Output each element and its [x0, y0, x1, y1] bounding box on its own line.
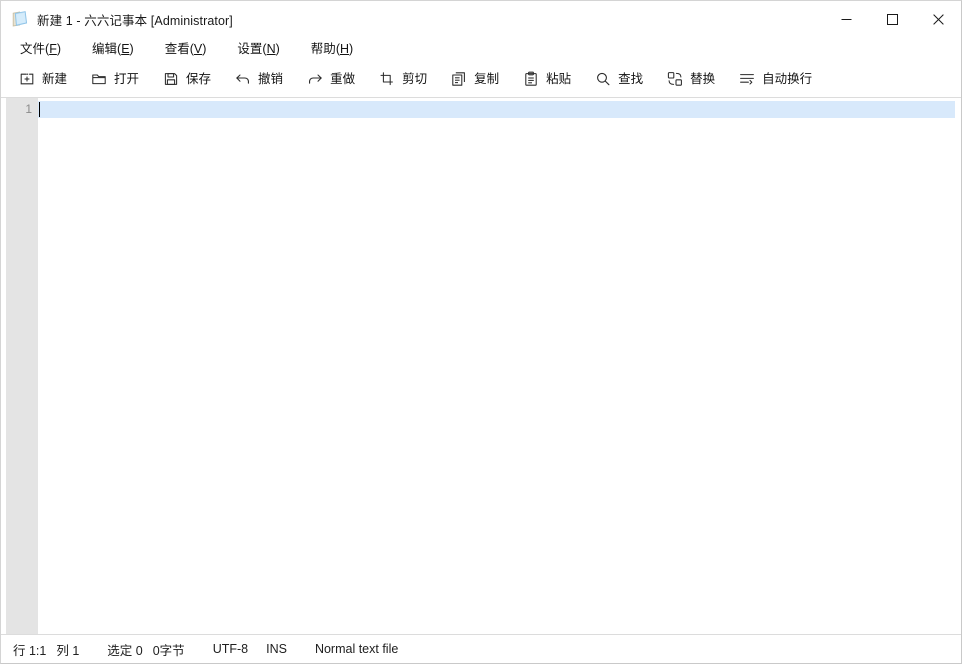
menu-help[interactable]: 帮助(H): [302, 39, 362, 59]
toolbar-copy-label: 复制: [474, 72, 500, 86]
paste-clipboard-icon: [523, 71, 546, 87]
toolbar-undo-label: 撤销: [258, 72, 284, 86]
new-file-icon: [19, 71, 42, 87]
toolbar-save-button[interactable]: 保存: [157, 66, 217, 92]
toolbar-cut-label: 剪切: [402, 72, 428, 86]
open-folder-icon: [91, 71, 114, 87]
status-selected: 选定 0: [107, 643, 143, 658]
menu-settings[interactable]: 设置(N): [228, 39, 288, 59]
toolbar-find-label: 查找: [618, 72, 644, 86]
save-disk-icon: [163, 71, 186, 87]
copy-icon: [451, 71, 474, 87]
toolbar-wordwrap-label: 自动换行: [762, 72, 813, 86]
menu-edit-label: 编辑: [92, 42, 118, 56]
toolbar-copy-button[interactable]: 复制: [445, 66, 505, 92]
toolbar-save-label: 保存: [186, 72, 212, 86]
menu-view-label: 查看: [164, 42, 190, 56]
toolbar-open-label: 打开: [114, 72, 140, 86]
close-button[interactable]: [915, 1, 961, 37]
menu-edit-accel: E: [121, 42, 130, 56]
toolbar-cut-button[interactable]: 剪切: [373, 66, 433, 92]
menu-file-label: 文件: [20, 42, 46, 56]
toolbar-new-label: 新建: [42, 72, 68, 86]
line-number-gutter: 1: [6, 98, 38, 634]
toolbar-replace-label: 替换: [690, 72, 716, 86]
toolbar-redo-label: 重做: [330, 72, 356, 86]
minimize-button[interactable]: [823, 1, 869, 37]
cut-icon: [379, 71, 402, 87]
word-wrap-icon: [739, 71, 762, 87]
maximize-icon: [886, 13, 898, 25]
search-icon: [595, 71, 618, 87]
book-icon: [11, 10, 37, 28]
maximize-button[interactable]: [869, 1, 915, 37]
current-line-highlight: [38, 101, 955, 118]
menu-file[interactable]: 文件(F): [11, 39, 70, 59]
status-line-col: 行 1:1: [13, 643, 47, 658]
toolbar-wordwrap-button[interactable]: 自动换行: [733, 66, 818, 92]
menu-view[interactable]: 查看(V): [156, 39, 216, 59]
menu-edit[interactable]: 编辑(E): [83, 39, 143, 59]
menu-help-accel: H: [339, 42, 350, 56]
status-bar: 行 1:1 列 1 选定 0 0字节 UTF-8 INS Normal text…: [1, 635, 961, 663]
text-input-area[interactable]: [38, 98, 955, 634]
title-bar-left: 新建 1 - 六六记事本 [Administrator]: [1, 1, 233, 37]
window-title: 新建 1 - 六六记事本 [Administrator]: [37, 13, 233, 28]
menu-view-accel: V: [193, 42, 203, 56]
redo-arrow-icon: [307, 71, 330, 87]
close-icon: [932, 13, 944, 25]
status-file-type[interactable]: Normal text file: [315, 642, 398, 656]
toolbar-redo-button[interactable]: 重做: [301, 66, 361, 92]
status-column: 列 1: [56, 643, 80, 658]
menu-file-accel: F: [49, 42, 57, 56]
toolbar-paste-button[interactable]: 粘贴: [517, 66, 577, 92]
text-caret: [39, 102, 40, 117]
title-bar[interactable]: 新建 1 - 六六记事本 [Administrator]: [1, 1, 961, 37]
editor-area: 1: [1, 98, 961, 635]
toolbar-open-button[interactable]: 打开: [85, 66, 145, 92]
status-encoding[interactable]: UTF-8: [213, 642, 248, 656]
window-controls: [823, 1, 961, 37]
replace-icon: [667, 71, 690, 87]
app-window: 新建 1 - 六六记事本 [Administrator] 文件(F) 编辑(E)…: [0, 0, 962, 664]
menu-settings-accel: N: [266, 42, 276, 56]
vertical-scrollbar[interactable]: [955, 98, 961, 634]
toolbar: 新建 打开 保存 撤销 重做 剪切 复制 粘贴 查找 替换 自动换行: [1, 61, 961, 98]
menu-help-label: 帮助: [310, 42, 336, 56]
toolbar-undo-button[interactable]: 撤销: [229, 66, 289, 92]
toolbar-paste-label: 粘贴: [546, 72, 572, 86]
minimize-icon: [841, 14, 852, 25]
menu-bar: 文件(F) 编辑(E) 查看(V) 设置(N) 帮助(H): [1, 37, 961, 61]
toolbar-replace-button[interactable]: 替换: [661, 66, 721, 92]
line-number: 1: [25, 102, 32, 116]
toolbar-new-button[interactable]: 新建: [13, 66, 73, 92]
menu-settings-label: 设置: [237, 42, 263, 56]
undo-arrow-icon: [235, 71, 258, 87]
status-bytes: 0字节: [152, 643, 185, 658]
status-insert-mode[interactable]: INS: [266, 642, 287, 656]
toolbar-find-button[interactable]: 查找: [589, 66, 649, 92]
